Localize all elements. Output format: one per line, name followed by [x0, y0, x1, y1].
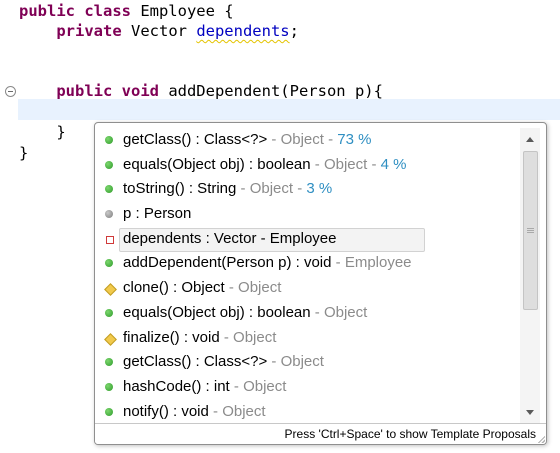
proposal-qualifier: - Object [224, 279, 282, 297]
relevance-percent: 4 % [380, 155, 407, 173]
type-name: Vector [121, 22, 197, 40]
red-square-icon [106, 235, 114, 244]
proposal-item[interactable]: finalize() : void - Object [95, 326, 520, 351]
relevance-percent: 3 % [306, 180, 333, 198]
proposal-signature: addDependent(Person p) : void [123, 254, 332, 272]
green-circle-icon [105, 160, 113, 169]
proposal-label: toString() : String - Object - 3 % [123, 177, 332, 201]
method-signature: addDependent(Person p){ [158, 82, 383, 100]
proposal-qualifier: - Object [229, 377, 287, 395]
proposal-item[interactable]: equals(Object obj) : boolean - Object [95, 301, 520, 326]
proposal-item[interactable]: hashCode() : int - Object [95, 375, 520, 400]
fold-collapse-icon[interactable] [5, 86, 16, 97]
proposal-signature: hashCode() : int [123, 377, 230, 395]
scrollbar[interactable] [520, 128, 540, 425]
relevance-percent: 73 % [337, 131, 372, 148]
keyword: public void [56, 82, 159, 100]
template-proposals-hint: Press 'Ctrl+Space' to show Template Prop… [284, 427, 536, 441]
keyword: public class [19, 2, 131, 20]
green-circle-icon [105, 358, 113, 367]
proposal-qualifier: - Object [310, 303, 368, 321]
proposal-label: notify() : void - Object [123, 400, 266, 424]
code-line-5: public void addDependent(Person p){ [19, 80, 383, 102]
proposal-label: hashCode() : int - Object [123, 375, 286, 399]
resize-grip-icon[interactable] [537, 435, 545, 443]
proposal-signature: toString() : String [123, 180, 237, 198]
popup-footer: Press 'Ctrl+Space' to show Template Prop… [95, 423, 546, 444]
proposal-signature: dependents : Vector - Employee [123, 229, 337, 247]
yellow-diamond-icon [104, 283, 117, 296]
proposal-item[interactable]: toString() : String - Object - 3 % [95, 177, 520, 202]
proposal-item[interactable]: getClass() : Class<?> - Object - 73 % [95, 128, 520, 153]
proposal-qualifier: - Object [267, 353, 324, 371]
proposal-qualifier: - Object - [310, 155, 381, 173]
proposal-label: clone() : Object - Object [123, 276, 281, 300]
proposal-signature: finalize() : void [123, 328, 220, 346]
proposal-list[interactable]: getClass() : Class<?> - Object - 73 % equ… [95, 128, 520, 425]
grip-icon [527, 228, 534, 229]
proposal-label: addDependent(Person p) : void - Employee [123, 251, 412, 275]
proposal-qualifier: - Object [208, 402, 266, 420]
proposal-label: p : Person [123, 202, 191, 226]
scroll-down-icon[interactable] [526, 410, 534, 415]
proposal-item[interactable]: getClass() : Class<?> - Object [95, 350, 520, 375]
proposal-label: equals(Object obj) : boolean - Object - … [123, 153, 407, 177]
proposal-qualifier: - Object [219, 328, 277, 346]
proposal-label: dependents : Vector - Employee [123, 227, 336, 251]
yellow-diamond-icon [104, 332, 117, 346]
green-circle-icon [105, 136, 113, 144]
field-name-warning: dependents [196, 22, 290, 40]
proposal-qualifier: - Object - [267, 131, 338, 148]
proposal-item[interactable]: clone() : Object - Object [95, 276, 520, 301]
green-circle-icon [105, 407, 113, 416]
proposal-label: finalize() : void - Object [123, 326, 276, 350]
current-line-highlight [18, 99, 560, 120]
green-circle-icon [105, 308, 113, 317]
content-assist-popup: getClass() : Class<?> - Object - 73 % equ… [94, 122, 547, 445]
proposal-qualifier: - Employee [331, 254, 412, 272]
semicolon: ; [289, 22, 299, 40]
proposal-signature: equals(Object obj) : boolean [123, 303, 311, 321]
code-line-2: private Vector dependents; [19, 20, 299, 42]
code-text: Employee { [130, 2, 234, 20]
keyword: private [56, 22, 122, 40]
proposal-item[interactable]: equals(Object obj) : boolean - Object - … [95, 153, 520, 178]
code-line-7: } [19, 123, 66, 141]
proposal-qualifier: - Object - [236, 180, 307, 198]
proposal-item[interactable]: p : Person [95, 202, 520, 227]
proposal-signature: notify() : void [123, 402, 209, 420]
proposal-signature: getClass() : Class<?> [123, 131, 268, 148]
code-line-8: } [19, 144, 29, 162]
proposal-item[interactable]: notify() : void - Object [95, 400, 520, 425]
scroll-up-icon[interactable] [526, 137, 534, 142]
proposal-signature: getClass() : Class<?> [123, 353, 268, 371]
green-circle-icon [105, 382, 113, 391]
proposal-item[interactable]: dependents : Vector - Employee [95, 227, 520, 252]
proposal-signature: clone() : Object [123, 279, 225, 297]
proposal-signature: p : Person [123, 205, 192, 223]
proposal-label: equals(Object obj) : boolean - Object [123, 301, 367, 325]
proposal-label: getClass() : Class<?> - Object [123, 350, 324, 374]
green-circle-icon [105, 185, 113, 194]
proposal-signature: equals(Object obj) : boolean [123, 155, 311, 173]
gray-circle-icon [105, 210, 113, 219]
code-line-1: public class Employee { [19, 0, 234, 22]
proposal-item[interactable]: addDependent(Person p) : void - Employee [95, 251, 520, 276]
green-circle-icon [105, 259, 113, 268]
proposal-label: getClass() : Class<?> - Object - 73 % [123, 128, 371, 152]
scrollbar-thumb[interactable] [523, 151, 538, 310]
